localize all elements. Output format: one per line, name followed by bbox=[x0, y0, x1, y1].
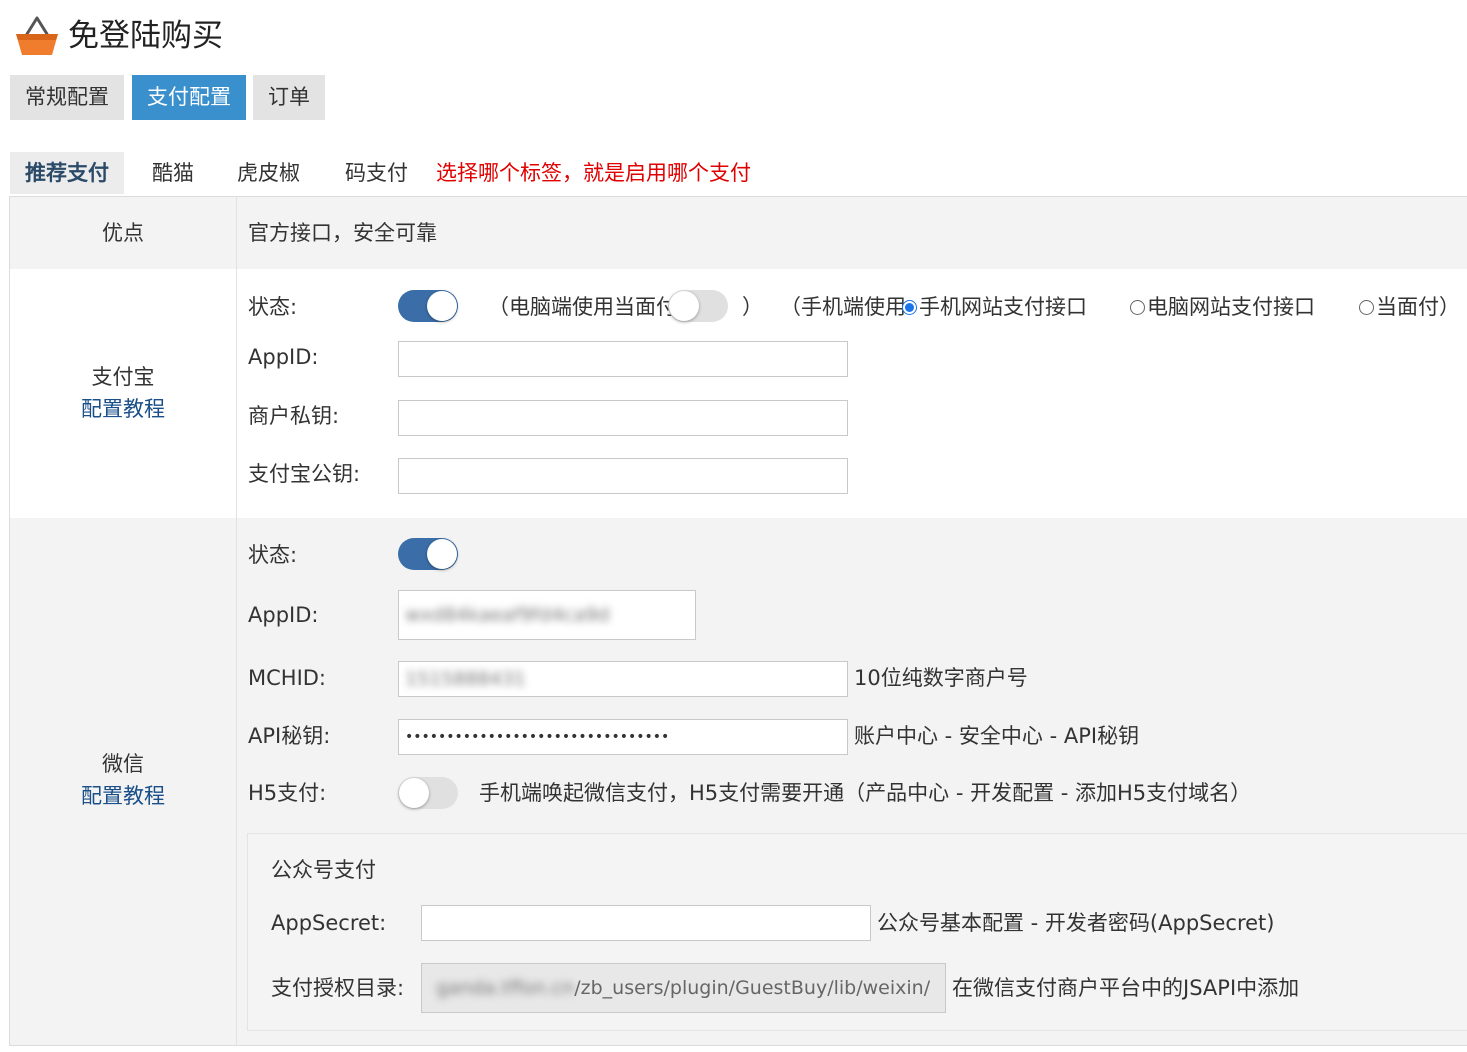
alipay-mobile-option-wap[interactable]: 手机网站支付接口 bbox=[902, 289, 1087, 325]
wechat-h5-hint: 手机端唤起微信支付，H5支付需要开通（产品中心 - 开发配置 - 添加H5支付域… bbox=[479, 781, 1252, 805]
alipay-mobile-prefix: （手机端使用 bbox=[780, 295, 906, 319]
mp-authdir-hint: 在微信支付商户平台中的JSAPI中添加 bbox=[952, 976, 1300, 1000]
wechat-cell: 微信 配置教程 bbox=[10, 518, 237, 1045]
alipay-public-key-label: 支付宝公钥: bbox=[248, 462, 361, 486]
tab-hint: 选择哪个标签，就是启用哪个支付 bbox=[436, 161, 751, 185]
mp-authdir-input: ganda.tffon.cn/zb_users/plugin/GuestBuy/… bbox=[421, 963, 946, 1013]
wechat-name: 微信 bbox=[102, 752, 144, 776]
alipay-pc-suffix: ） bbox=[742, 295, 763, 319]
page-title: 免登陆购买 bbox=[68, 18, 223, 54]
alipay-private-key-label: 商户私钥: bbox=[248, 404, 340, 428]
wechat-mchid-input[interactable]: 1515888431 bbox=[398, 661, 848, 697]
subtab-hupijiao[interactable]: 虎皮椒 bbox=[222, 152, 315, 194]
wechat-tutorial-link[interactable]: 配置教程 bbox=[10, 780, 236, 812]
mp-appsecret-label: AppSecret: bbox=[271, 911, 387, 935]
advantage-value: 官方接口，安全可靠 bbox=[248, 221, 437, 245]
wechat-apikey-hint: 账户中心 - 安全中心 - API秘钥 bbox=[854, 724, 1140, 748]
subtab-kumao[interactable]: 酷猫 bbox=[137, 152, 209, 194]
alipay-public-key-input[interactable] bbox=[398, 458, 848, 494]
wechat-h5-label: H5支付: bbox=[248, 781, 327, 805]
alipay-appid-label: AppID: bbox=[248, 345, 319, 369]
advantage-label: 优点 bbox=[10, 197, 237, 269]
alipay-cell: 支付宝 配置教程 bbox=[10, 269, 237, 518]
subtab-codepay[interactable]: 码支付 bbox=[330, 152, 423, 194]
alipay-appid-input[interactable] bbox=[398, 341, 848, 377]
wechat-mchid-label: MCHID: bbox=[248, 666, 327, 690]
wechat-apikey-input[interactable]: •••••••••••••••••••••••••••••••• bbox=[398, 719, 848, 755]
mp-authdir-label: 支付授权目录: bbox=[271, 976, 405, 1000]
mp-pay-title: 公众号支付 bbox=[271, 858, 376, 882]
mp-authdir-domain: ganda.tffon.cn bbox=[436, 977, 575, 999]
alipay-tutorial-link[interactable]: 配置教程 bbox=[10, 393, 236, 425]
wechat-mchid-hint: 10位纯数字商户号 bbox=[854, 666, 1028, 690]
alipay-name: 支付宝 bbox=[91, 365, 155, 389]
wechat-h5-toggle[interactable] bbox=[398, 777, 458, 809]
wechat-appid-input[interactable]: wxd84kaeaf9fd4ca9d bbox=[398, 590, 696, 640]
tab-orders[interactable]: 订单 bbox=[253, 75, 325, 120]
radio-icon[interactable] bbox=[1359, 300, 1374, 315]
mp-appsecret-hint: 公众号基本配置 - 开发者密码(AppSecret) bbox=[877, 911, 1275, 935]
alipay-row: 支付宝 配置教程 状态: （电脑端使用当面付 ） （手机端使用 手机网站支付接口… bbox=[10, 269, 1467, 518]
mp-pay-panel: 公众号支付 AppSecret: 公众号基本配置 - 开发者密码(AppSecr… bbox=[247, 833, 1467, 1031]
mp-authdir-path: /zb_users/plugin/GuestBuy/lib/weixin/ bbox=[574, 977, 931, 999]
alipay-status-label: 状态: bbox=[248, 295, 298, 319]
subtab-recommended[interactable]: 推荐支付 bbox=[10, 152, 124, 194]
wechat-apikey-label: API秘钥: bbox=[248, 724, 331, 748]
wechat-appid-label: AppID: bbox=[248, 603, 319, 627]
alipay-private-key-input[interactable] bbox=[398, 400, 848, 436]
wechat-mchid-value: 1515888431 bbox=[405, 668, 526, 690]
tab-payment-config[interactable]: 支付配置 bbox=[132, 75, 246, 120]
wechat-status-toggle[interactable] bbox=[398, 538, 458, 570]
radio-checked-icon[interactable] bbox=[902, 300, 917, 315]
alipay-pc-facepay-toggle[interactable] bbox=[668, 290, 728, 322]
wechat-status-label: 状态: bbox=[248, 543, 298, 567]
wechat-appid-value: wxd84kaeaf9fd4ca9d bbox=[405, 604, 610, 626]
alipay-pc-prefix: （电脑端使用当面付 bbox=[488, 295, 677, 319]
alipay-status-toggle[interactable] bbox=[398, 290, 458, 322]
alipay-mobile-option-pc[interactable]: 电脑网站支付接口 bbox=[1130, 289, 1315, 325]
alipay-mobile-option-facepay[interactable]: 当面付） bbox=[1359, 289, 1460, 325]
mp-appsecret-input[interactable] bbox=[421, 905, 871, 941]
basket-icon bbox=[16, 16, 58, 55]
tab-general-config[interactable]: 常规配置 bbox=[10, 75, 124, 120]
radio-icon[interactable] bbox=[1130, 300, 1145, 315]
advantage-row: 优点 官方接口，安全可靠 bbox=[10, 197, 1467, 269]
